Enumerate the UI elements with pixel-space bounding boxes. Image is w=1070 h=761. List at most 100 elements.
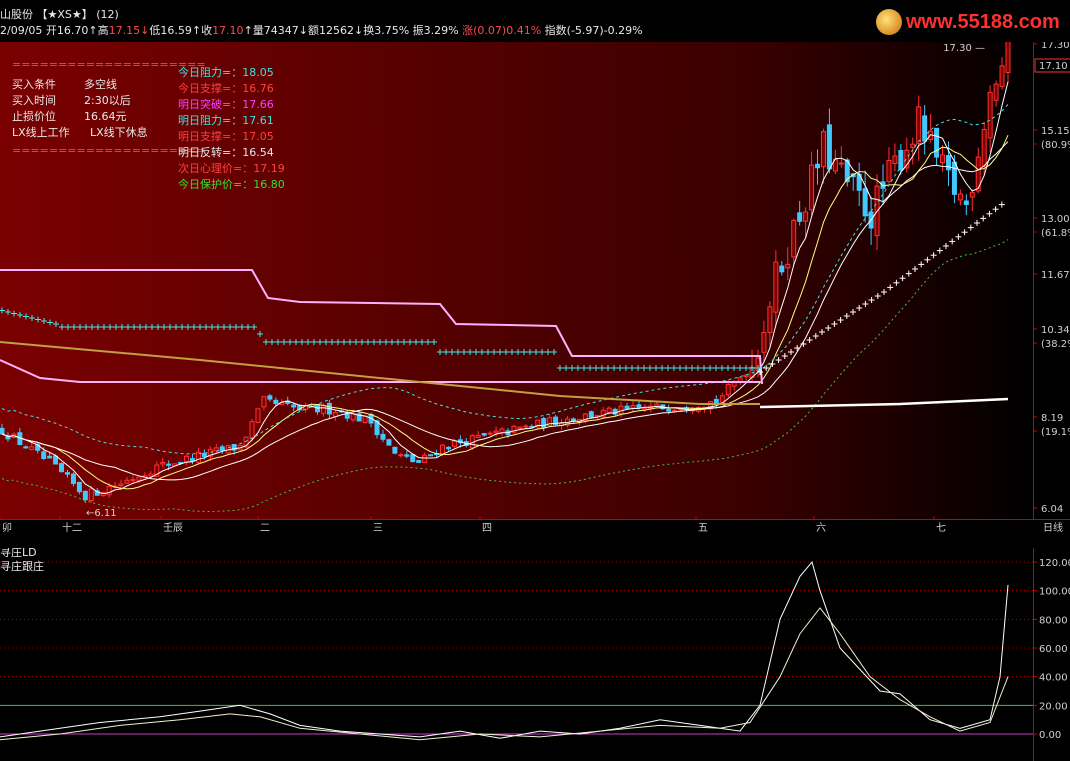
axis-label: (38.2%) xyxy=(1041,339,1070,350)
quote-field-value: 74347 xyxy=(263,24,299,37)
candle-body xyxy=(255,408,261,423)
panel-row-value: 2:30以后 xyxy=(84,94,131,107)
x-axis-label: 五 xyxy=(698,523,708,534)
level-text: 明日反转=：16.54 xyxy=(178,145,274,159)
quote-change-value: (0.07) xyxy=(473,24,507,37)
candle-body xyxy=(410,454,416,463)
candle-body xyxy=(416,460,422,463)
candle-body xyxy=(106,485,112,496)
quote-field-label: 低 xyxy=(149,24,161,37)
candle-body xyxy=(606,407,612,414)
level-text: 明日支撑=：17.05 xyxy=(178,129,274,143)
candle-body xyxy=(981,128,987,167)
candle-body xyxy=(29,446,35,450)
candle-body xyxy=(1005,42,1011,74)
period-label: 日线 xyxy=(1043,521,1063,534)
candle-body xyxy=(838,162,844,165)
oscillator-axis-label: 80.00 xyxy=(1039,615,1068,626)
candle-body xyxy=(940,154,946,163)
candle-body xyxy=(189,458,195,462)
candle-body xyxy=(785,263,791,269)
axis-label: 8.19 xyxy=(1041,413,1063,424)
candle-body xyxy=(910,143,916,148)
candle-body xyxy=(386,439,392,446)
candle-body xyxy=(803,211,809,222)
candle-body xyxy=(523,425,529,428)
level-text: 次日心理价=：17.19 xyxy=(178,161,285,175)
oscillator-chart[interactable]: 120.00 100.00 80.00 60.00 40.00 20.00 0.00 寻庄LD… xyxy=(0,548,1070,761)
candle-body xyxy=(957,193,963,201)
quote-field-label: 开 xyxy=(45,24,57,37)
level-text: 今日阻力=：18.05 xyxy=(178,65,274,79)
current-price-label: 17.10 xyxy=(1039,61,1068,72)
quote-field-value: 16.70 xyxy=(56,24,89,37)
quote-field-label: 高 xyxy=(97,24,109,37)
candle-body xyxy=(487,432,493,435)
x-axis-label: 壬辰 xyxy=(163,522,183,534)
quote-field-label: 振 xyxy=(412,24,424,37)
axis-label: 10.34 xyxy=(1041,325,1070,336)
quote-field-value: 3.29% xyxy=(423,24,459,37)
candle-body xyxy=(987,91,993,139)
candle-body xyxy=(47,455,53,459)
candle-body xyxy=(148,473,154,477)
candle-body xyxy=(184,455,190,463)
candle-body xyxy=(481,432,487,436)
oscillator-title: 寻庄LD xyxy=(0,548,37,559)
quote-field-arrow: ↑ xyxy=(191,24,202,37)
candle-body xyxy=(70,473,76,484)
candle-body xyxy=(618,405,624,415)
candle-body xyxy=(999,65,1005,88)
oscillator-axis-label: 0.00 xyxy=(1039,730,1061,741)
quote-field-arrow: ↑ xyxy=(88,24,98,37)
quote-field-arrow: ↓ xyxy=(298,24,308,37)
x-axis-label: 四 xyxy=(482,523,492,534)
candle-body xyxy=(422,454,428,463)
quote-field-value: 3.75% xyxy=(374,24,410,37)
candle-body xyxy=(743,374,749,378)
axis-label: 15.15 xyxy=(1041,126,1070,137)
candle-body xyxy=(886,160,892,183)
quote-field-arrow: ↑ xyxy=(243,24,253,37)
candle-body xyxy=(541,418,547,429)
candle-body xyxy=(213,447,219,452)
candle-body xyxy=(451,440,457,447)
site-logo[interactable]: www.55188.com xyxy=(872,7,1070,37)
candle-body xyxy=(791,219,797,258)
candle-body xyxy=(993,83,999,101)
stock-tag: 【★XS★】 xyxy=(36,8,93,21)
candle-body xyxy=(267,395,273,400)
candle-body xyxy=(916,106,922,144)
panel-divider: ===================== xyxy=(12,144,206,157)
candle-body xyxy=(249,421,255,439)
main-price-chart[interactable]: 17.30 15.15 (80.9%) 13.00 (61.8%) 11.67 10.34 (… xyxy=(0,42,1070,542)
candle-body xyxy=(291,404,297,408)
quote-field-label: 量 xyxy=(252,24,264,37)
candle-body xyxy=(898,149,904,171)
candle-body xyxy=(475,435,481,438)
quote-field-label: 收 xyxy=(201,24,213,37)
panel-row-label: LX线上工作 xyxy=(12,125,70,139)
candle-body xyxy=(0,427,5,435)
candle-body xyxy=(588,411,594,418)
candle-body xyxy=(160,461,166,465)
quote-field-value: 16.59 xyxy=(160,24,192,37)
candle-body xyxy=(517,426,523,429)
axis-label: 11.67 xyxy=(1041,270,1070,281)
candle-body xyxy=(88,488,94,502)
candle-body xyxy=(124,479,130,484)
quote-field-value: 17.15 xyxy=(108,24,141,37)
candle-body xyxy=(761,331,767,353)
candle-body xyxy=(130,479,136,482)
panel-row-value: 16.64元 xyxy=(84,110,127,123)
quote-date: 2/09/05 xyxy=(0,24,43,37)
quote-field-arrow: ↓ xyxy=(140,24,150,37)
candle-body xyxy=(630,405,636,409)
candle-body xyxy=(725,383,731,396)
candle-body xyxy=(767,306,773,333)
candle-body xyxy=(892,155,898,165)
quote-field-value: 12562 xyxy=(319,24,354,37)
candle-body xyxy=(273,399,279,404)
oscillator-axis-label: 120.00 xyxy=(1039,558,1070,569)
candle-body xyxy=(815,163,821,169)
